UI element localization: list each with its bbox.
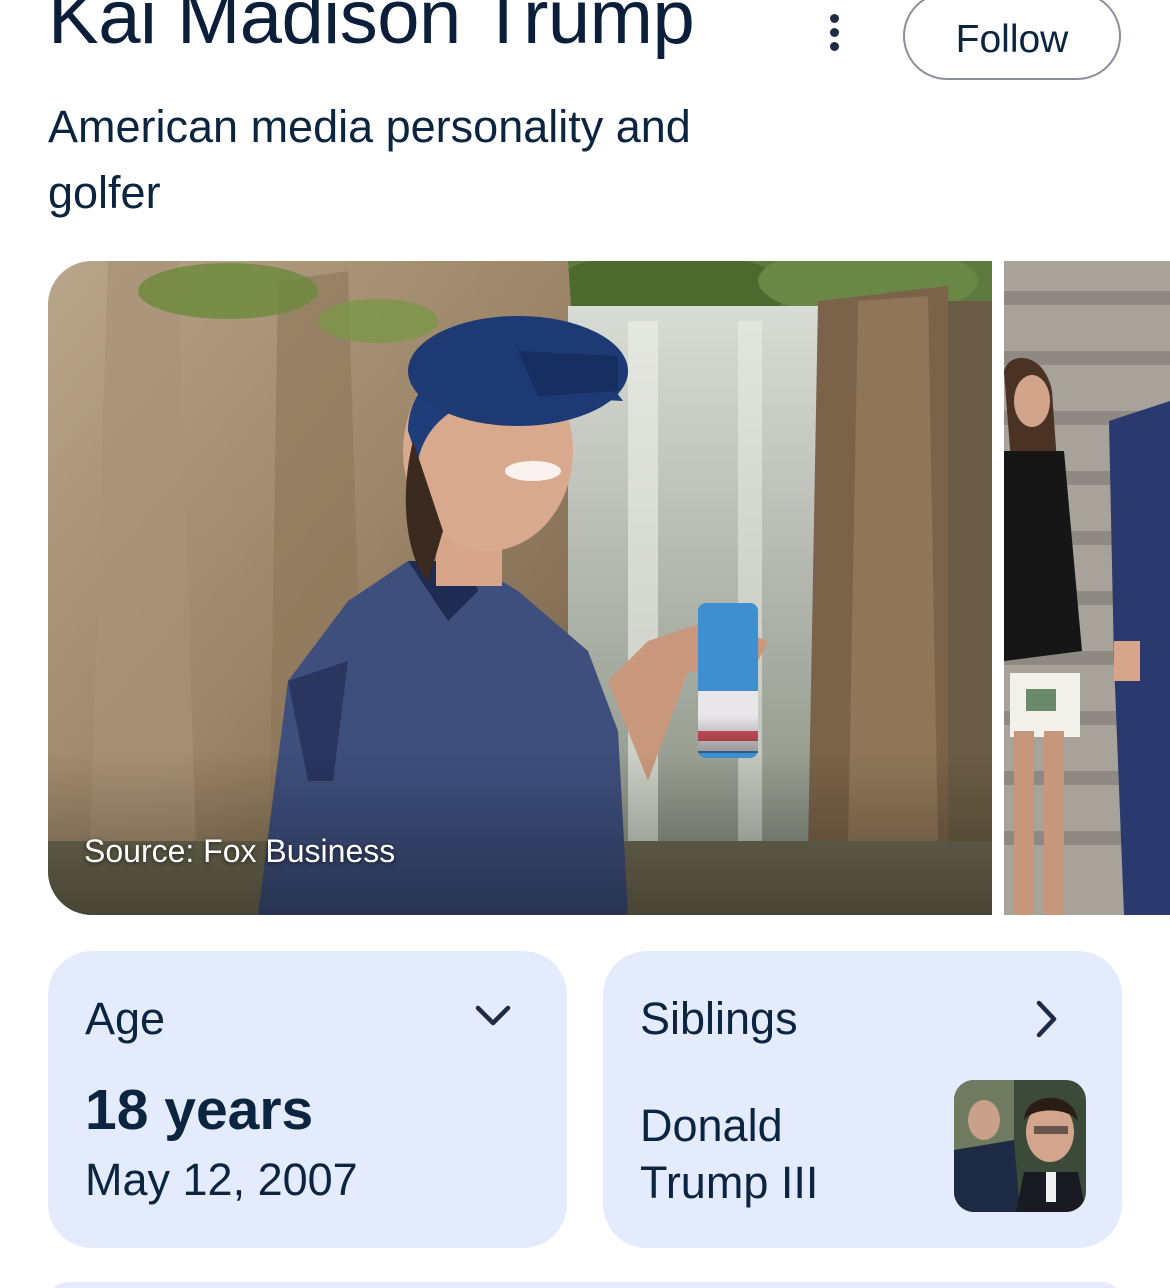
secondary-photo-image: [1004, 261, 1170, 915]
next-info-card[interactable]: [48, 1282, 1122, 1288]
siblings-card[interactable]: Siblings Donald Trump III: [603, 951, 1122, 1248]
age-card[interactable]: Age 18 years May 12, 2007: [48, 951, 567, 1248]
photo-source-caption: Source: Fox Business: [84, 833, 396, 869]
sibling-thumbnail[interactable]: [954, 1080, 1086, 1212]
secondary-photo[interactable]: [1004, 261, 1170, 915]
chevron-down-icon[interactable]: [474, 1003, 512, 1034]
birth-date: May 12, 2007: [85, 1154, 358, 1205]
age-label: Age: [85, 993, 166, 1044]
sibling-photo-image: [954, 1080, 1086, 1212]
more-options-button[interactable]: [812, 4, 856, 60]
follow-button[interactable]: Follow: [903, 0, 1121, 80]
siblings-label: Siblings: [640, 993, 798, 1044]
sibling-name[interactable]: Donald Trump III: [640, 1097, 900, 1211]
more-vert-icon: [829, 13, 839, 23]
main-photo[interactable]: Source: Fox Business: [48, 261, 992, 915]
age-value: 18 years: [85, 1078, 314, 1142]
entity-subtitle: American media personality and golfer: [48, 101, 691, 218]
chevron-right-icon[interactable]: [1033, 999, 1059, 1044]
golfer-photo-image: [48, 261, 992, 915]
page-title: Kai Madison Trump: [48, 0, 695, 60]
